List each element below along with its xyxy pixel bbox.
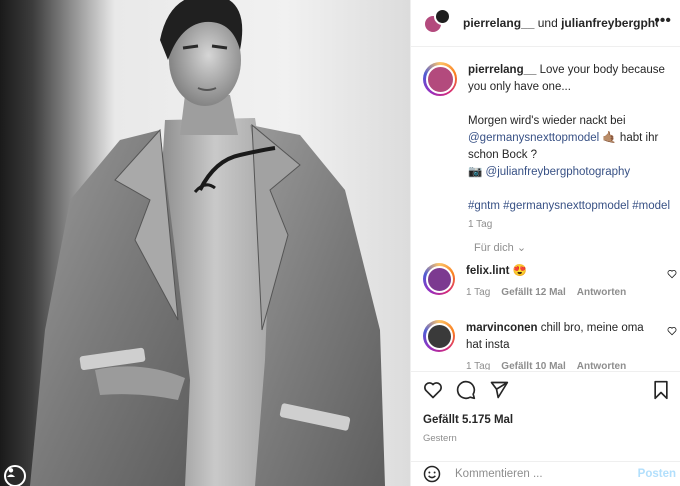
author-avatars[interactable]	[423, 8, 453, 38]
post-header: pierrelang__ und julianfreybergphotograp…	[411, 0, 680, 47]
comment-item: marvinconen chill bro, meine oma hat ins…	[423, 320, 680, 370]
comment-time[interactable]: 1 Tag	[466, 358, 490, 370]
coauthor-avatar[interactable]	[434, 8, 451, 25]
comments-scroll-area[interactable]: pierrelang__ Love your body because you …	[411, 48, 680, 370]
heart-icon[interactable]	[423, 380, 443, 400]
author-connector: und	[537, 16, 558, 30]
post-side-panel: pierrelang__ und julianfreybergphotograp…	[410, 0, 680, 486]
emoji-icon[interactable]	[423, 465, 441, 483]
comment-input[interactable]	[455, 468, 625, 480]
comment-time[interactable]: 1 Tag	[466, 284, 490, 301]
comment-icon[interactable]	[456, 380, 476, 400]
likes-count[interactable]: Gefällt 5.175 Mal	[423, 414, 513, 426]
caption-avatar[interactable]	[423, 62, 457, 96]
bookmark-icon[interactable]	[652, 380, 670, 400]
comment-avatar[interactable]	[423, 263, 455, 295]
mention-link[interactable]: @germanysnexttopmodel	[468, 132, 599, 144]
comment-item: felix.lint 😍 1 Tag Gefällt 12 Mal Antwor…	[423, 263, 680, 301]
mention-link[interactable]: @julianfreybergphotography	[486, 166, 631, 178]
reply-button[interactable]: Antworten	[577, 358, 626, 370]
post-date[interactable]: Gestern	[423, 433, 457, 444]
comment-text: 😍	[512, 265, 527, 277]
comment-likes[interactable]: Gefällt 12 Mal	[501, 284, 565, 301]
more-options-icon[interactable]: •••	[654, 12, 671, 30]
comment-avatar[interactable]	[423, 320, 455, 352]
comment-composer: Posten	[411, 461, 680, 486]
comment-likes[interactable]: Gefällt 10 Mal	[501, 358, 565, 370]
caption-username[interactable]: pierrelang__	[468, 64, 536, 76]
comment-like-heart-icon[interactable]	[667, 326, 677, 336]
reply-button[interactable]: Antworten	[577, 284, 626, 301]
caption-time[interactable]: 1 Tag	[468, 219, 680, 231]
comment-like-heart-icon[interactable]	[667, 269, 677, 279]
post-photo[interactable]	[0, 0, 410, 486]
post-caption: pierrelang__ Love your body because you …	[423, 62, 680, 231]
chevron-down-icon: ⌄	[516, 242, 527, 254]
comment-username[interactable]: felix.lint	[466, 265, 509, 277]
post-comment-button[interactable]: Posten	[638, 468, 676, 480]
post-authors: pierrelang__ und julianfreybergphotograp…	[463, 16, 658, 30]
coauthor-username[interactable]: julianfreybergphotography	[561, 16, 658, 30]
for-you-toggle[interactable]: Für dich ⌄	[474, 241, 526, 254]
tagged-users-icon[interactable]	[4, 465, 26, 486]
user-icon	[7, 468, 15, 477]
for-you-label: Für dich	[474, 242, 514, 254]
caption-hashtags[interactable]: #gntm #germanysnexttopmodel #model	[468, 198, 680, 215]
comment-username[interactable]: marvinconen	[466, 322, 538, 334]
instagram-post-view: pierrelang__ und julianfreybergphotograp…	[0, 0, 680, 486]
photo-illustration	[30, 0, 385, 486]
camera-emoji: 📷	[468, 166, 483, 178]
post-actions: Gefällt 5.175 Mal Gestern	[411, 371, 680, 451]
author-username[interactable]: pierrelang__	[463, 16, 534, 30]
share-icon[interactable]	[489, 380, 509, 400]
caption-line2-start: Morgen wird's wieder nackt bei	[468, 115, 626, 127]
